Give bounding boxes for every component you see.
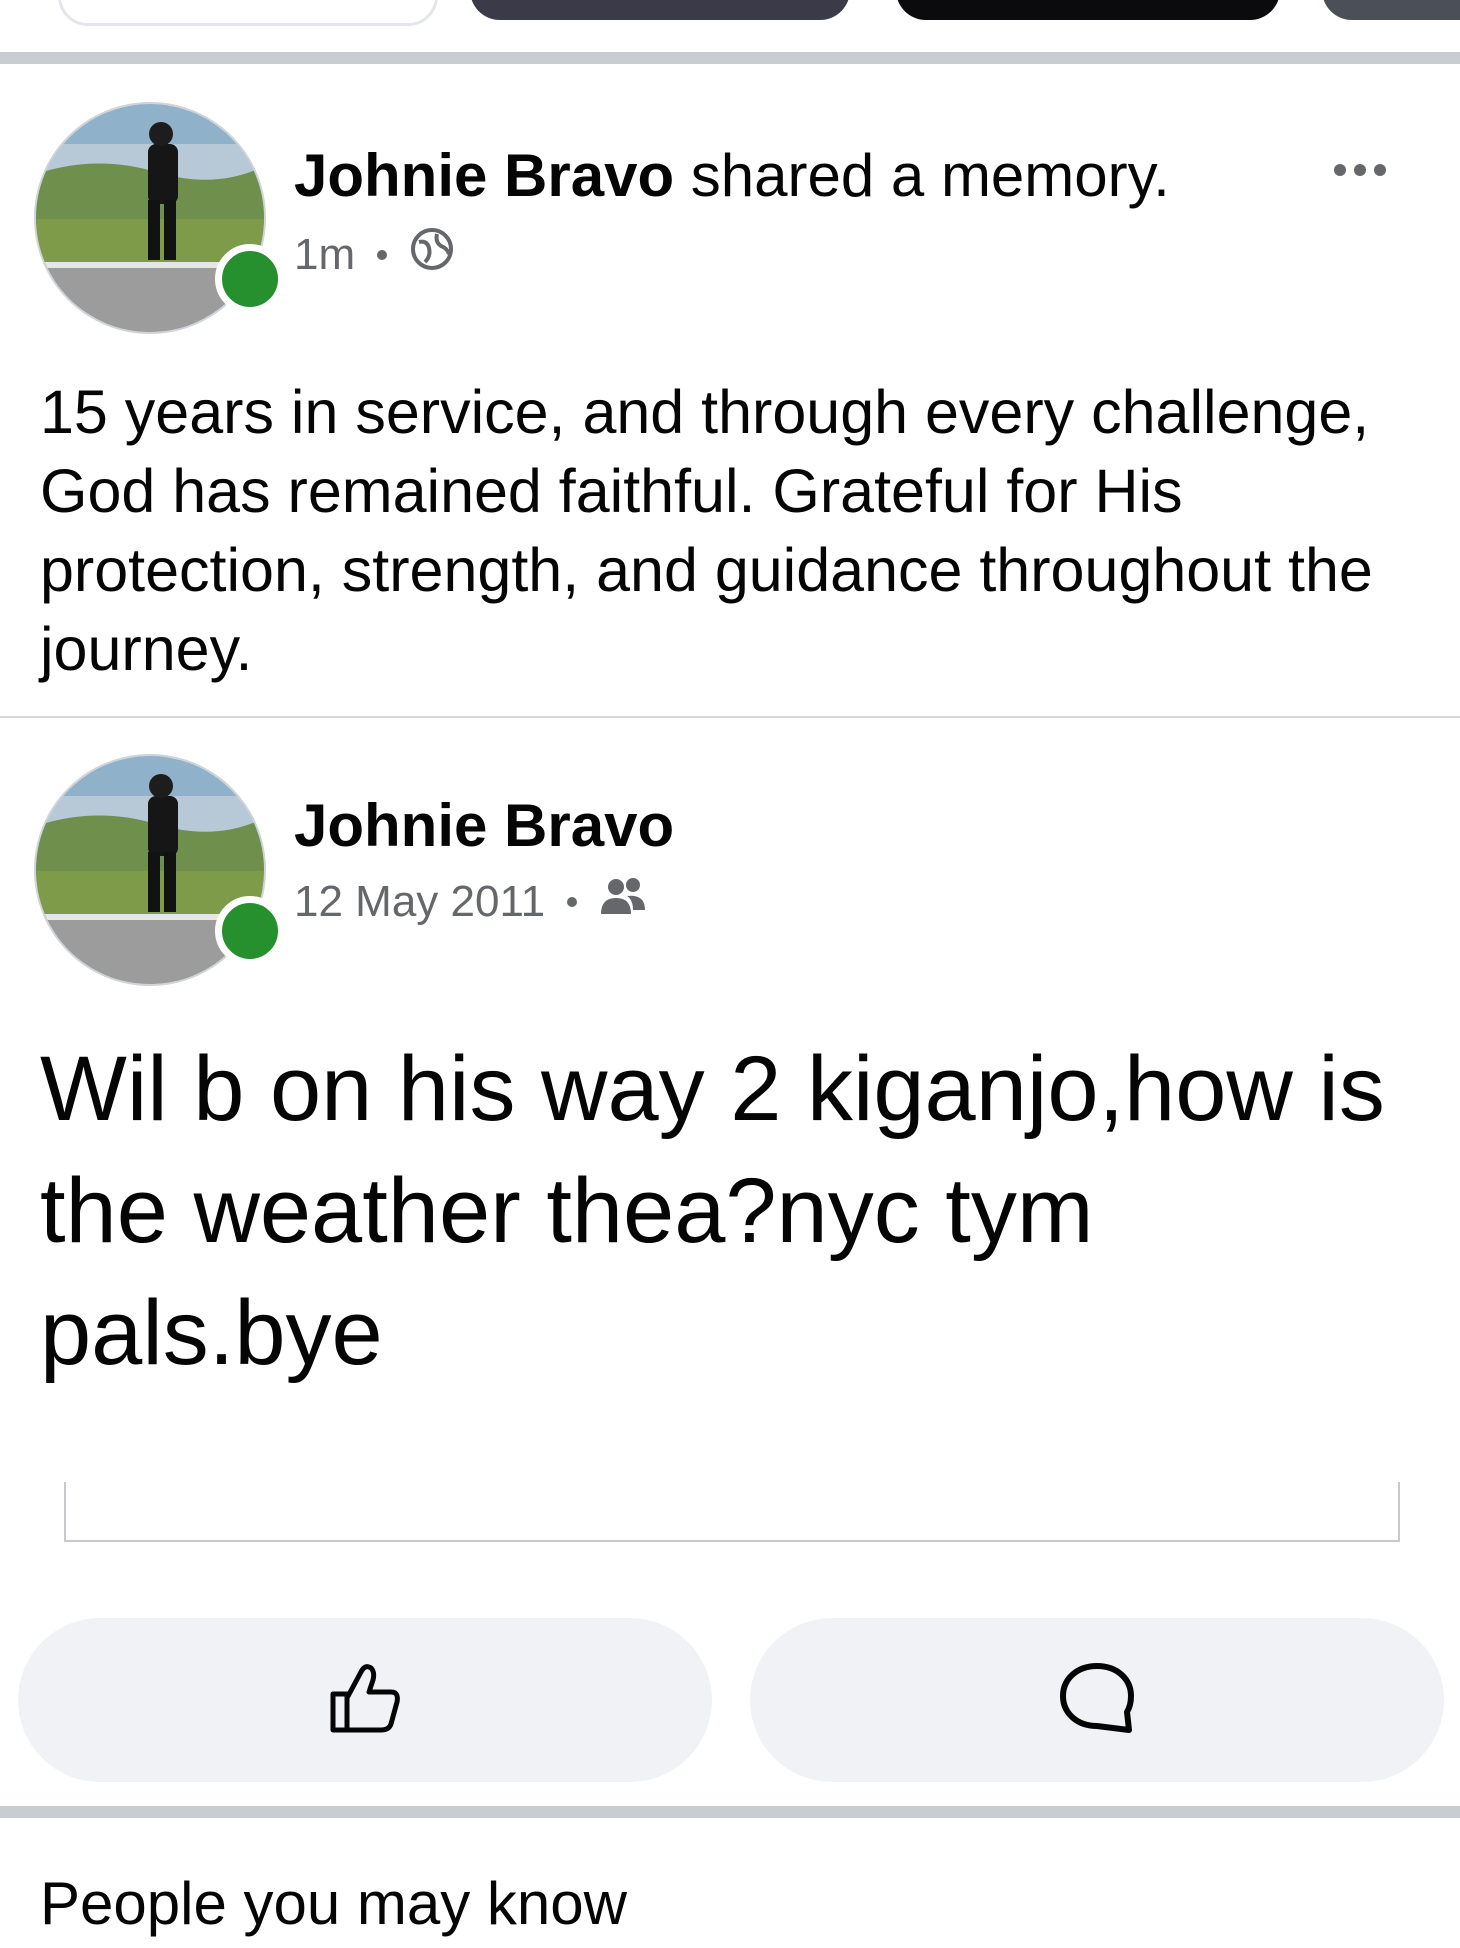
post-meta: 12 May 2011: [294, 874, 647, 930]
section-separator: [0, 1806, 1460, 1818]
section-separator: [0, 52, 1460, 64]
globe-icon: [409, 226, 455, 284]
more-options-icon[interactable]: [1334, 164, 1386, 176]
post-time[interactable]: 1m: [294, 229, 355, 281]
post-action-text: shared a memory.: [690, 142, 1170, 209]
story-card[interactable]: [1322, 0, 1460, 20]
meta-separator-dot: [567, 897, 578, 907]
post-date[interactable]: 12 May 2011: [294, 876, 545, 928]
post-header-line: Johnie Bravo: [294, 790, 674, 862]
comment-icon: [1057, 1658, 1137, 1743]
memory-post-text: Wil b on his way 2 kiganjo,how is the we…: [40, 1038, 1385, 1384]
people-you-may-know-title: People you may know: [40, 1870, 627, 1937]
story-card[interactable]: [470, 0, 850, 20]
post-divider: [0, 716, 1460, 718]
online-status-dot: [215, 896, 285, 966]
like-button[interactable]: [18, 1618, 712, 1782]
thumbs-up-icon: [325, 1658, 405, 1743]
online-status-dot: [215, 244, 285, 314]
post-text: 15 years in service, and through every c…: [40, 378, 1373, 683]
friends-icon: [599, 874, 647, 930]
author-name[interactable]: Johnie Bravo: [294, 792, 674, 859]
post-meta: 1m: [294, 226, 455, 284]
meta-separator-dot: [377, 250, 388, 260]
link-preview-frame: [64, 1482, 1400, 1542]
story-card[interactable]: [896, 0, 1280, 20]
post-header-line: Johnie Bravo shared a memory.: [294, 140, 1170, 212]
comment-button[interactable]: [750, 1618, 1444, 1782]
story-card-create[interactable]: [58, 0, 438, 26]
author-name[interactable]: Johnie Bravo: [294, 142, 674, 209]
